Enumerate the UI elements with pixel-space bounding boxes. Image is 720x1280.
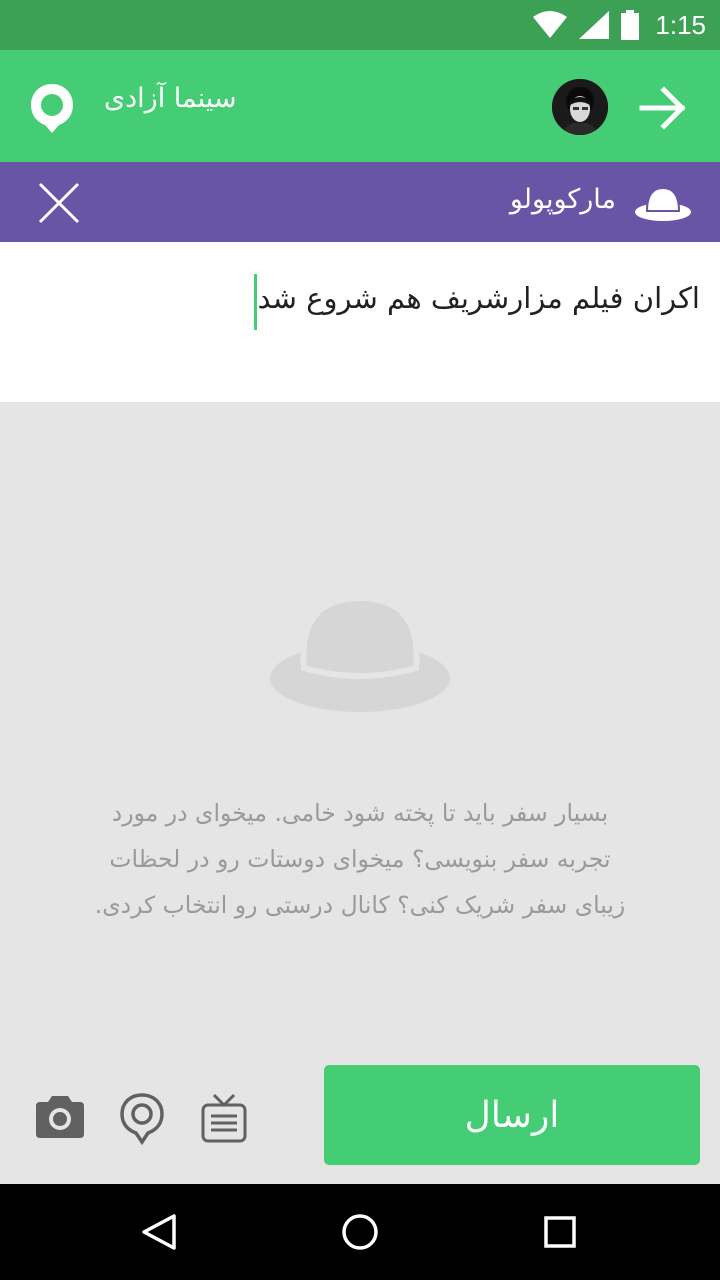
place-icon[interactable] [118, 1092, 166, 1146]
empty-state-line: بسیار سفر باید تا پخته شود خامی. میخوای … [111, 799, 609, 827]
text-caret [254, 274, 258, 330]
avatar-image [552, 79, 608, 135]
status-icons: 1:15 [533, 0, 706, 50]
hat-icon [270, 598, 450, 712]
compose-area[interactable]: اکران فیلم مزارشریف هم شروع شد [0, 242, 720, 402]
status-time: 1:15 [655, 9, 706, 40]
send-button[interactable]: ارسال [324, 1065, 700, 1165]
recents-icon[interactable] [536, 1208, 584, 1256]
camera-icon[interactable] [34, 1092, 86, 1146]
channel-bar: مارکوپولو [0, 162, 720, 242]
empty-state-line: تجربه سفر بنویسی؟ میخوای دوستات رو در لح… [109, 845, 611, 873]
home-icon[interactable] [336, 1208, 384, 1256]
hat-icon [635, 186, 691, 221]
compose-input[interactable]: اکران فیلم مزارشریف هم شروع شد [252, 270, 700, 330]
status-bar: 1:15 [0, 0, 720, 50]
location-bubble-icon[interactable] [28, 82, 76, 134]
app-title: سینما آزادی [104, 83, 237, 114]
compose-input-value: اکران فیلم مزارشریف هم شروع شد [257, 281, 700, 315]
close-icon[interactable] [36, 180, 82, 226]
avatar[interactable] [552, 79, 608, 135]
back-icon[interactable] [136, 1208, 184, 1256]
navigation-bar [0, 1184, 720, 1280]
app-bar: سینما آزادی [0, 50, 720, 162]
arrow-forward-icon[interactable] [636, 84, 692, 132]
empty-state-line: زیبای سفر شریک کنی؟ کانال درستی رو انتخا… [94, 891, 626, 919]
tv-icon[interactable] [200, 1092, 248, 1146]
battery-icon [621, 10, 640, 40]
wifi-icon [533, 11, 568, 38]
empty-state: بسیار سفر باید تا پخته شود خامی. میخوای … [0, 402, 720, 1184]
signal-icon [579, 11, 610, 39]
channel-name: مارکوپولو [509, 184, 616, 215]
empty-state-text: بسیار سفر باید تا پخته شود خامی. میخوای … [40, 790, 680, 928]
